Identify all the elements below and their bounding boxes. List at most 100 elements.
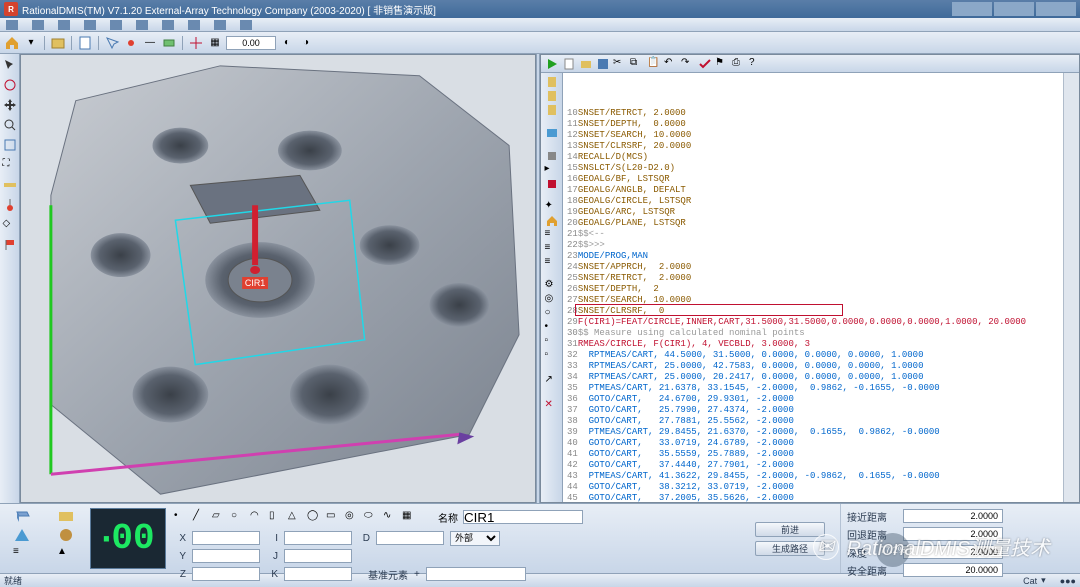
point-icon[interactable] [123,35,139,51]
plane-icon[interactable] [161,35,177,51]
feat-tor-icon[interactable]: ◎ [345,510,359,524]
bm-icon[interactable] [545,75,559,88]
home2-icon[interactable] [545,214,559,227]
construct-icon[interactable]: ◇ [3,218,17,232]
feat-circle-icon[interactable]: ○ [231,510,245,524]
bp-role-icon[interactable] [57,527,75,543]
menu-group-10-icon[interactable] [240,20,252,30]
gear-icon[interactable]: ⚙ [545,279,559,292]
print-icon[interactable]: ⎙ [732,57,746,71]
menu-group-2-icon[interactable] [32,20,44,30]
close-button[interactable] [1036,2,1076,16]
run-icon[interactable] [545,57,559,71]
p4-input[interactable] [903,563,1003,577]
flag-icon[interactable] [3,238,17,252]
paste-icon[interactable]: 📋 [647,57,661,71]
copy-icon[interactable]: ⧉ [630,57,644,71]
bp-cone-icon[interactable]: ▲ [57,546,75,562]
stop-icon[interactable] [545,177,559,190]
menu-group-5-icon[interactable] [110,20,122,30]
bm2-icon[interactable] [545,89,559,102]
sq2-icon[interactable]: ▫ [545,349,559,362]
open-icon[interactable] [50,35,66,51]
menu-group-3-icon[interactable] [58,20,70,30]
fit-icon[interactable]: ⛶ [3,158,17,172]
feat-ell-icon[interactable]: ⬭ [364,510,378,524]
cursor-icon[interactable] [3,58,17,72]
block-icon[interactable] [545,149,559,162]
line-icon[interactable]: — [142,35,158,51]
pt-icon[interactable]: • [545,321,559,334]
bp-list-icon[interactable]: ≡ [13,546,31,562]
z-input[interactable] [192,567,260,581]
feat-surf-icon[interactable]: ▦ [402,510,416,524]
select-icon[interactable] [104,35,120,51]
code-new-icon[interactable] [562,57,576,71]
measure-icon[interactable] [3,178,17,192]
x-input[interactable] [192,531,260,545]
bp-tri-icon[interactable] [13,527,31,543]
out-icon[interactable]: ↗ [545,374,559,387]
d-input[interactable] [376,531,444,545]
menu-group-1-icon[interactable] [6,20,18,30]
dropdown-icon[interactable]: ▾ [23,35,39,51]
name-input[interactable] [463,510,583,524]
minimize-button[interactable] [952,2,992,16]
3d-viewport[interactable]: CIR1 [20,54,536,503]
row-icon[interactable]: ≡ [545,228,559,241]
grid-icon[interactable]: ▦ [207,35,223,51]
circ-icon[interactable]: ○ [545,307,559,320]
bp-cube-icon[interactable] [13,508,31,524]
home-icon[interactable] [4,35,20,51]
feat-sph-icon[interactable]: ◯ [307,510,321,524]
feat-slot-icon[interactable]: ▭ [326,510,340,524]
menu-group-6-icon[interactable] [136,20,148,30]
row2-icon[interactable]: ≡ [545,242,559,255]
undo-icon[interactable]: ↶ [664,57,678,71]
sq-icon[interactable]: ▫ [545,335,559,348]
pan-icon[interactable] [3,98,17,112]
i-input[interactable] [284,531,352,545]
zoom-icon[interactable] [3,118,17,132]
feat-pt-icon[interactable]: • [174,510,188,524]
coord-input[interactable] [226,36,276,50]
code-open-icon[interactable] [579,57,593,71]
bm3-icon[interactable] [545,103,559,116]
rotate-icon[interactable] [3,78,17,92]
menu-group-9-icon[interactable] [214,20,226,30]
row3-icon[interactable]: ≡ [545,256,559,269]
redo-icon[interactable]: ↷ [681,57,695,71]
axis-icon[interactable] [188,35,204,51]
cut-icon[interactable]: ✂ [613,57,627,71]
vscroll[interactable] [1063,73,1079,502]
box-icon[interactable] [3,138,17,152]
feat-cone-icon[interactable]: △ [288,510,302,524]
feat-arc-icon[interactable]: ◠ [250,510,264,524]
feat-line-icon[interactable]: ╱ [193,510,207,524]
util1-icon[interactable]: ◐ [279,35,295,51]
close2-icon[interactable]: ✕ [545,399,559,412]
feat-cyl-icon[interactable]: ▯ [269,510,283,524]
probe-icon[interactable] [3,198,17,212]
code-text[interactable]: 10SNSET/RETRCT, 2.000011SNSET/DEPTH, 0.0… [563,73,1063,502]
check-icon[interactable] [698,57,712,71]
maximize-button[interactable] [994,2,1034,16]
y-input[interactable] [192,549,260,563]
type-select[interactable]: 外部 [450,531,500,546]
help-icon[interactable]: ? [749,57,763,71]
flag2-icon[interactable]: ⚑ [715,57,729,71]
menu-group-7-icon[interactable] [162,20,174,30]
feat-plane-icon[interactable]: ▱ [212,510,226,524]
book-icon[interactable] [545,126,559,139]
menu-group-4-icon[interactable] [84,20,96,30]
menu-group-8-icon[interactable] [188,20,200,30]
save-icon[interactable] [596,57,610,71]
feat-curv-icon[interactable]: ∿ [383,510,397,524]
j-input[interactable] [284,549,352,563]
new-icon[interactable] [77,35,93,51]
p1-input[interactable] [903,509,1003,523]
axis2-icon[interactable]: ✦ [545,200,559,213]
k-input[interactable] [284,567,352,581]
util2-icon[interactable]: ◑ [298,35,314,51]
bp-part-icon[interactable] [57,508,75,524]
